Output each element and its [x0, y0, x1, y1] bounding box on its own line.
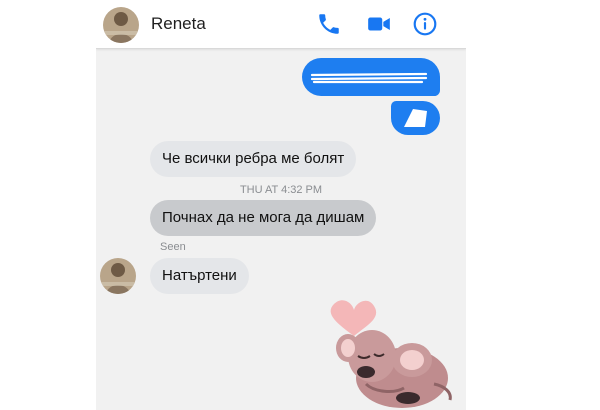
contact-avatar[interactable]: [100, 258, 136, 294]
contact-avatar[interactable]: [103, 7, 139, 43]
seen-indicator: Seen: [160, 241, 186, 253]
redaction-scribble: [404, 109, 427, 127]
timestamp: THU AT 4:32 PM: [239, 184, 323, 196]
koala-heart-sticker[interactable]: [316, 296, 466, 410]
message-bubble[interactable]: Че всички ребра ме болят: [150, 141, 357, 177]
video-icon[interactable]: [366, 11, 392, 37]
info-icon[interactable]: [412, 11, 438, 37]
redaction-scribble: [310, 72, 428, 84]
chat-header: Reneta: [96, 0, 466, 49]
chat-screen: Reneta Че всички ребра ме болят THU AT 4…: [96, 0, 466, 410]
phone-icon[interactable]: [316, 11, 342, 37]
outgoing-message-redacted[interactable]: [391, 101, 440, 135]
message-bubble[interactable]: Натъртени: [150, 258, 249, 294]
message-bubble[interactable]: Почнах да не мога да дишам: [150, 200, 377, 236]
contact-name[interactable]: Reneta: [151, 14, 206, 34]
